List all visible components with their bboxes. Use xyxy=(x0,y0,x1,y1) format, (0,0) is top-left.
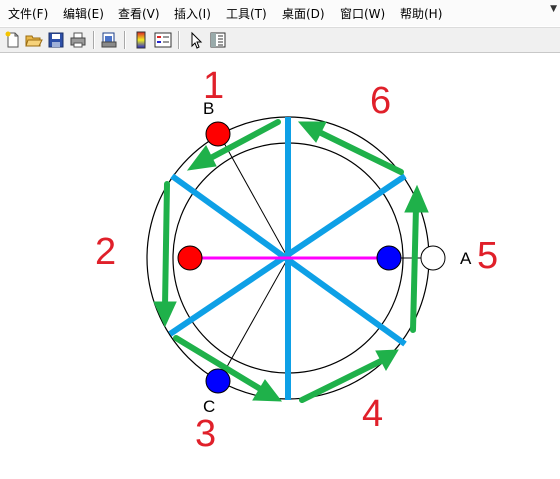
colorbar-icon[interactable] xyxy=(131,30,151,50)
arrow-2 xyxy=(162,181,170,309)
rotating-field-diagram: B C A 1 2 3 4 5 6 xyxy=(95,65,498,455)
toolbar xyxy=(0,27,560,53)
open-folder-icon[interactable] xyxy=(24,30,44,50)
print-preview-icon[interactable] xyxy=(99,30,119,50)
menu-bar: 文件(F) 编辑(E) 查看(V) 插入(I) 工具(T) 桌面(D) 窗口(W… xyxy=(0,0,560,26)
figure-canvas: B C A 1 2 3 4 5 6 xyxy=(0,53,560,475)
menu-view[interactable]: 查看(V) xyxy=(118,5,160,22)
menu-help[interactable]: 帮助(H) xyxy=(400,5,442,22)
save-icon[interactable] xyxy=(46,30,66,50)
point-a-white-dot xyxy=(420,245,446,271)
pointer-icon[interactable] xyxy=(186,30,206,50)
menu-desktop[interactable]: 桌面(D) xyxy=(282,5,325,22)
arrow-1-head xyxy=(186,145,217,171)
step-5: 5 xyxy=(477,235,498,277)
new-file-icon[interactable] xyxy=(3,30,23,50)
spoke-b xyxy=(218,133,289,259)
menu-edit[interactable]: 编辑(E) xyxy=(63,5,104,22)
point-b-red-dot xyxy=(205,121,231,147)
menu-file[interactable]: 文件(F) xyxy=(8,5,48,22)
menu-window[interactable]: 窗口(W) xyxy=(340,5,385,22)
step-4: 4 xyxy=(362,393,383,435)
step-3: 3 xyxy=(195,413,216,455)
label-a: A xyxy=(460,249,472,268)
step-2: 2 xyxy=(95,231,116,273)
step-6: 6 xyxy=(370,80,391,122)
property-editor-icon[interactable] xyxy=(208,30,228,50)
point-c-blue-dot xyxy=(205,368,231,394)
arrow-6 xyxy=(314,128,404,175)
chevron-down-icon[interactable]: ▼ xyxy=(550,4,557,14)
legend-icon[interactable] xyxy=(153,30,173,50)
left-red-dot xyxy=(177,245,203,271)
right-blue-dot xyxy=(376,245,402,271)
arrow-5 xyxy=(410,204,419,333)
arrow-5-head xyxy=(404,184,429,213)
print-icon[interactable] xyxy=(68,30,88,50)
arrow-2-head xyxy=(153,301,177,328)
menu-tools[interactable]: 工具(T) xyxy=(226,5,267,22)
step-1: 1 xyxy=(203,65,224,107)
menu-insert[interactable]: 插入(I) xyxy=(174,5,211,22)
